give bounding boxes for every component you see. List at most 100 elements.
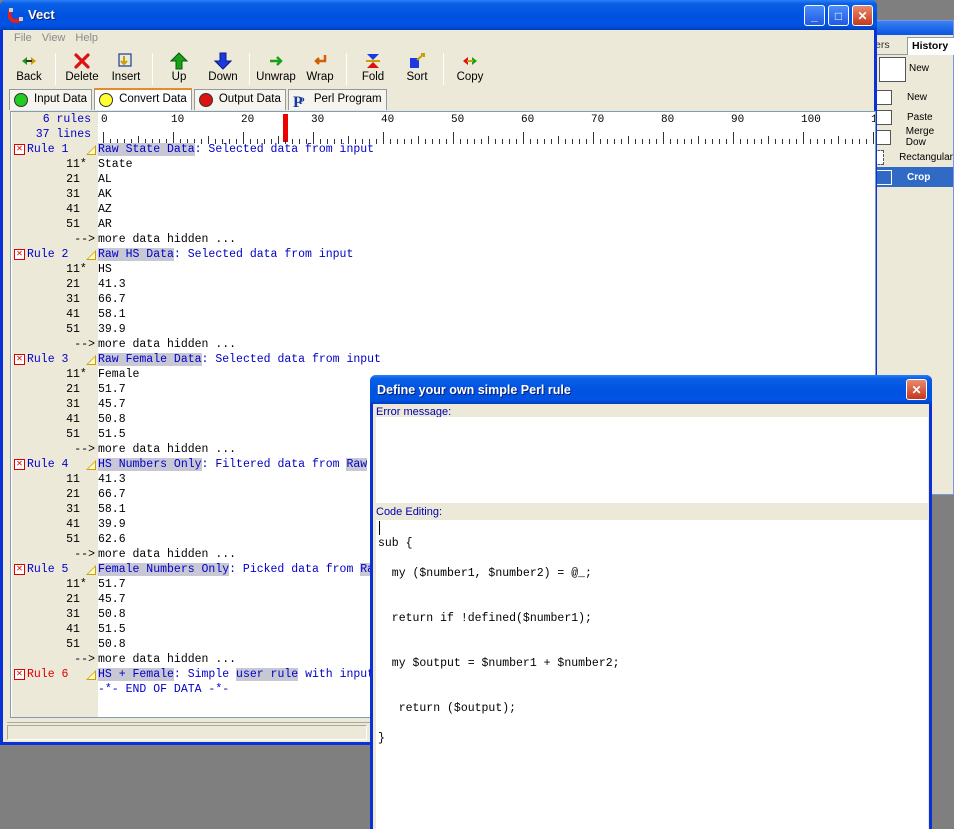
row-value: 41.3 bbox=[98, 473, 126, 486]
more-data-hidden[interactable]: --> more data hidden ... bbox=[11, 233, 875, 248]
history-item-merge-down[interactable]: Merge Dow bbox=[871, 126, 953, 148]
row-value: 66.7 bbox=[98, 293, 126, 306]
row-number: 2 bbox=[66, 278, 73, 291]
more-arrow: --> bbox=[74, 233, 95, 246]
new-document-thumbnail[interactable] bbox=[879, 57, 906, 82]
history-item-crop[interactable]: Crop bbox=[871, 167, 953, 187]
rule-delete-checkbox-icon[interactable]: ✕ bbox=[14, 669, 25, 680]
column-marker[interactable] bbox=[283, 114, 288, 142]
rule-edit-triangle-icon[interactable] bbox=[86, 355, 96, 365]
rule-header[interactable]: ✕ Rule 2 Raw HS Data: Selected data from i… bbox=[11, 248, 875, 263]
column-ruler[interactable]: 0 10 20 30 40 50 60 70 80 90 100 1 bbox=[101, 114, 875, 144]
row-value: AZ bbox=[98, 203, 112, 216]
down-button[interactable]: Down bbox=[201, 50, 245, 88]
rule-header[interactable]: ✕ Rule 1 Raw State Data: Selected data fro… bbox=[11, 143, 875, 158]
wrap-button[interactable]: Wrap bbox=[298, 50, 342, 88]
tab-input-data[interactable]: Input Data bbox=[9, 89, 93, 110]
row-flag: 1 bbox=[73, 188, 80, 201]
rule-delete-checkbox-icon[interactable]: ✕ bbox=[14, 354, 25, 365]
row-number: 3 bbox=[66, 398, 73, 411]
code-line: my ($number1, $number2) = @_; bbox=[378, 567, 592, 580]
rule-gutter: ✕ Rule 3 bbox=[11, 353, 98, 368]
code-line: my $output = $number1 + $number2; bbox=[378, 657, 620, 670]
row-gutter: 11 bbox=[11, 473, 98, 488]
unwrap-button[interactable]: Unwrap bbox=[254, 50, 298, 88]
menu-file[interactable]: File bbox=[9, 30, 37, 48]
row-gutter: 1 1* bbox=[11, 263, 98, 278]
rule-desc: : Filtered data from bbox=[201, 458, 347, 471]
row-gutter: 31 bbox=[11, 188, 98, 203]
data-row: 3 1 66.7 bbox=[11, 293, 875, 308]
more-data-hidden[interactable]: --> more data hidden ... bbox=[11, 338, 875, 353]
toolbar-separator bbox=[152, 53, 153, 85]
row-number: 1 bbox=[66, 578, 73, 591]
tab-convert-data[interactable]: Convert Data bbox=[94, 88, 192, 110]
rule-description: Raw State Data: Selected data from input bbox=[98, 143, 374, 158]
up-arrow-icon bbox=[170, 52, 188, 70]
history-item-paste[interactable]: Paste bbox=[871, 107, 953, 127]
red-dot-icon bbox=[198, 93, 213, 107]
tab-perl-program[interactable]: P P Perl Program bbox=[287, 89, 387, 110]
rule-desc: : Picked data from bbox=[229, 563, 361, 576]
rule-delete-checkbox-icon[interactable]: ✕ bbox=[14, 144, 25, 155]
dialog-titlebar[interactable]: Define your own simple Perl rule ✕ bbox=[370, 375, 932, 404]
dialog-close-button[interactable]: ✕ bbox=[906, 379, 927, 400]
row-number: 5 bbox=[66, 218, 73, 231]
code-editor[interactable]: sub { my ($number1, $number2) = @_; retu… bbox=[376, 520, 928, 829]
history-item-new[interactable]: New bbox=[871, 87, 953, 107]
rule-header[interactable]: ✕ Rule 3 Raw Female Data: Selected data fr… bbox=[11, 353, 875, 368]
delete-button[interactable]: Delete bbox=[60, 50, 104, 88]
rule-edit-triangle-icon[interactable] bbox=[86, 670, 96, 680]
row-gutter: 21 bbox=[11, 488, 98, 503]
fold-button[interactable]: Fold bbox=[351, 50, 395, 88]
row-value: 50.8 bbox=[98, 608, 126, 621]
row-number: 1 bbox=[66, 158, 73, 171]
back-button[interactable]: Back bbox=[7, 50, 51, 88]
data-row: 5 1 39.9 bbox=[11, 323, 875, 338]
rule-edit-triangle-icon[interactable] bbox=[86, 250, 96, 260]
close-button[interactable]: ✕ bbox=[852, 5, 873, 26]
rule-desc: with input bbox=[298, 668, 375, 681]
rule-delete-checkbox-icon[interactable]: ✕ bbox=[14, 249, 25, 260]
history-item-rectangular[interactable]: Rectangular bbox=[871, 147, 953, 167]
copy-button[interactable]: Copy bbox=[448, 50, 492, 88]
row-flag: 1 bbox=[73, 593, 80, 606]
rule-delete-checkbox-icon[interactable]: ✕ bbox=[14, 564, 25, 575]
minimize-button[interactable]: _ bbox=[804, 5, 825, 26]
tab-output-data[interactable]: Output Data bbox=[193, 89, 286, 110]
row-flag: 1* bbox=[73, 263, 87, 276]
code-editing-label: Code Editing: bbox=[376, 506, 443, 518]
row-flag: 1 bbox=[73, 398, 80, 411]
rule-label: Rule 2 bbox=[27, 248, 69, 261]
rule-gutter: ✕ Rule 2 bbox=[11, 248, 98, 263]
rule-label: Rule 4 bbox=[27, 458, 69, 471]
rule-edit-triangle-icon[interactable] bbox=[86, 565, 96, 575]
rule-delete-checkbox-icon[interactable]: ✕ bbox=[14, 459, 25, 470]
row-flag: 1 bbox=[73, 503, 80, 516]
up-button[interactable]: Up bbox=[157, 50, 201, 88]
window-titlebar[interactable]: Vect _ □ ✕ bbox=[0, 0, 877, 30]
row-value: 41.3 bbox=[98, 278, 126, 291]
menu-view[interactable]: View bbox=[37, 30, 71, 48]
row-gutter: 21 bbox=[11, 593, 98, 608]
rule-edit-triangle-icon[interactable] bbox=[86, 145, 96, 155]
row-flag: 1 bbox=[73, 218, 80, 231]
insert-button[interactable]: Insert bbox=[104, 50, 148, 88]
row-flag: 1 bbox=[73, 323, 80, 336]
row-number: 1 bbox=[66, 263, 73, 276]
ruler-number: 50 bbox=[451, 114, 465, 126]
rule-edit-triangle-icon[interactable] bbox=[86, 460, 96, 470]
row-number: 2 bbox=[66, 593, 73, 606]
row-gutter: 21 bbox=[11, 173, 98, 188]
row-flag: 1 bbox=[73, 638, 80, 651]
lines-count: 37 lines bbox=[35, 128, 91, 141]
sort-button[interactable]: Sort bbox=[395, 50, 439, 88]
history-item-label: New bbox=[907, 91, 928, 103]
rule-description: Female Numbers Only: Picked data from Ra bbox=[98, 563, 375, 578]
tab-history[interactable]: History bbox=[907, 37, 954, 55]
maximize-button[interactable]: □ bbox=[828, 5, 849, 26]
menu-help[interactable]: Help bbox=[70, 30, 103, 48]
rule-name: Raw HS Data bbox=[98, 248, 174, 261]
yellow-dot-icon bbox=[99, 93, 114, 107]
toolbar-separator bbox=[55, 53, 56, 85]
